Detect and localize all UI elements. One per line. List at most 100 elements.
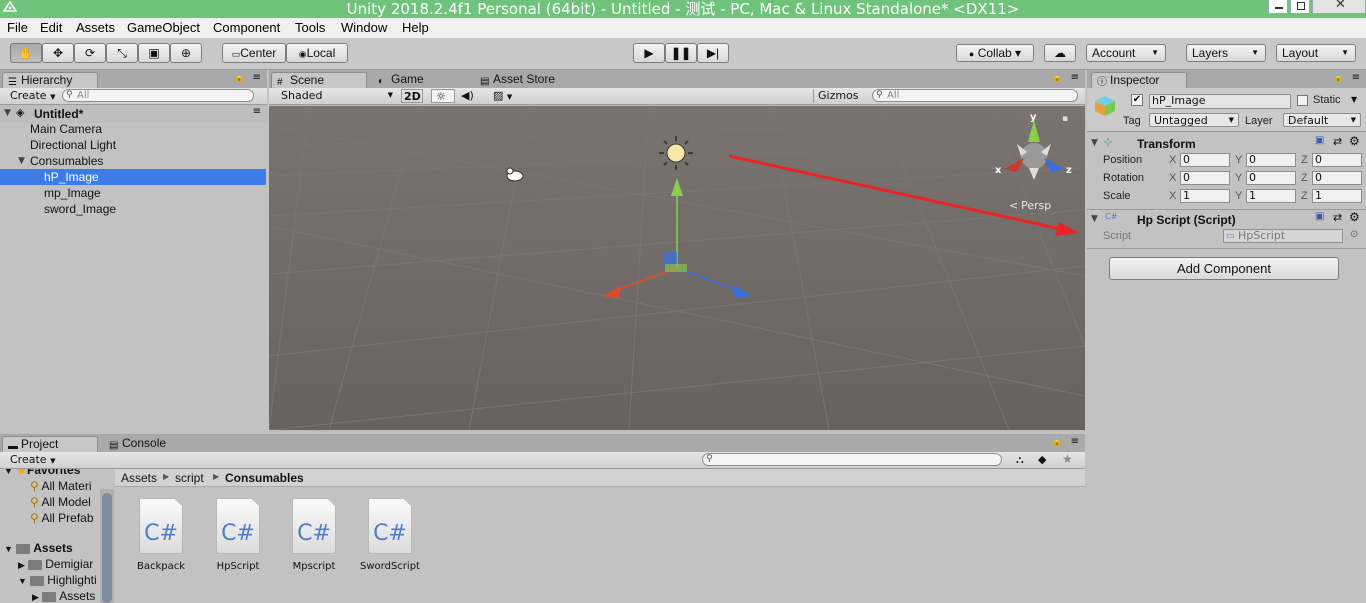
pivot-center-button[interactable]: ▭Center (222, 43, 286, 63)
move-tool-button[interactable]: ✥ (42, 43, 74, 63)
hierarchy-item-mp-image[interactable]: mp_Image (0, 185, 266, 201)
tab-game[interactable]: ◐ Game (373, 72, 469, 88)
panel-menu-icon[interactable]: ≡ (1071, 72, 1079, 83)
lighting-toggle[interactable]: ☼ (431, 89, 455, 103)
filter-label-icon[interactable]: ◆ (1038, 453, 1046, 466)
scene-viewport[interactable]: y x z < Persp ▪ (269, 106, 1085, 430)
asset-file[interactable]: C# Backpack (126, 498, 196, 572)
lock-icon[interactable]: ▪ (1062, 114, 1068, 124)
filter-type-icon[interactable]: ⛬ (1016, 453, 1024, 467)
expand-arrow-icon[interactable]: ▼ (4, 469, 13, 476)
hand-tool-button[interactable]: ✋ (10, 43, 42, 63)
collapse-arrow-icon[interactable]: ▶ (32, 592, 39, 602)
persp-text[interactable]: Persp (1021, 199, 1051, 212)
tab-hierarchy[interactable]: ☰ Hierarchy (2, 72, 98, 88)
help-icon[interactable]: ▣ (1315, 135, 1324, 146)
2d-toggle[interactable]: 2D (401, 89, 423, 103)
add-component-button[interactable]: Add Component (1109, 257, 1339, 280)
asset-file[interactable]: C# SwordScript (355, 498, 425, 572)
menu-tools[interactable]: Tools (295, 20, 325, 35)
minimize-button[interactable] (1268, 0, 1288, 14)
project-search-input[interactable]: ⚲ (702, 453, 1002, 466)
favorite-item[interactable]: ⚲ All Model (30, 495, 91, 509)
dropdown-arrow-icon[interactable]: ▼ (1351, 95, 1357, 104)
tab-asset-store[interactable]: ▤ Asset Store (475, 72, 585, 88)
folder-item[interactable]: ▼ Highlighti (18, 573, 97, 587)
position-x-field[interactable]: 0 (1180, 153, 1230, 167)
menu-edit[interactable]: Edit (40, 20, 62, 35)
lock-icon[interactable]: 🔒 (1052, 73, 1063, 83)
menu-assets[interactable]: Assets (76, 20, 115, 35)
collapse-arrow-icon[interactable]: ▶ (18, 560, 25, 570)
object-picker-icon[interactable]: ⊙ (1350, 229, 1358, 240)
lock-icon[interactable]: 🔒 (234, 73, 245, 83)
hierarchy-create-dropdown[interactable]: Create ▼ (6, 89, 55, 103)
rotate-tool-button[interactable]: ⟳ (74, 43, 106, 63)
favorites-header[interactable]: ▼ ★Favorites (4, 469, 80, 477)
account-dropdown[interactable]: Account ▼ (1086, 44, 1166, 62)
tab-project[interactable]: ▬ Project (2, 436, 98, 452)
expand-arrow-icon[interactable]: ▼ (4, 544, 13, 554)
static-checkbox[interactable] (1297, 95, 1308, 106)
hierarchy-search-input[interactable]: ⚲ All (62, 89, 254, 102)
rotation-y-field[interactable]: 0 (1246, 171, 1296, 185)
lock-icon[interactable]: 🔒 (1333, 73, 1344, 83)
hierarchy-item-directional-light[interactable]: Directional Light (0, 137, 266, 153)
settings-gear-icon[interactable]: ⚙ (1349, 134, 1360, 148)
folder-item[interactable]: ▶ Demigiar (18, 557, 93, 571)
asset-file[interactable]: C# Mpscript (279, 498, 349, 572)
menu-help[interactable]: Help (402, 20, 429, 35)
position-y-field[interactable]: 0 (1246, 153, 1296, 167)
audio-toggle[interactable]: ◀) (457, 89, 485, 103)
scrollbar-thumb[interactable] (102, 493, 112, 603)
menu-file[interactable]: File (7, 20, 28, 35)
expand-arrow-icon[interactable]: ▼ (4, 108, 11, 118)
scene-menu-icon[interactable]: ≡ (253, 106, 261, 117)
asset-file[interactable]: C# HpScript (203, 498, 273, 572)
project-create-dropdown[interactable]: Create ▼ (6, 453, 55, 467)
expand-arrow-icon[interactable]: ▼ (18, 576, 27, 586)
menu-component[interactable]: Component (213, 20, 280, 35)
hierarchy-item-main-camera[interactable]: Main Camera (0, 121, 266, 137)
presets-icon[interactable]: ⇄ (1333, 211, 1342, 224)
tab-console[interactable]: ▤ Console (104, 436, 200, 452)
menu-window[interactable]: Window (341, 20, 387, 35)
menu-gameobject[interactable]: GameObject (127, 20, 200, 35)
scale-z-field[interactable]: 1 (1312, 189, 1362, 203)
script-component-header[interactable]: ▼ C# Hp Script (Script) ▣ ⇄ ⚙ (1087, 210, 1366, 228)
active-checkbox[interactable]: ✔ (1131, 94, 1143, 106)
pause-button[interactable]: ❚❚ (665, 43, 697, 63)
effects-dropdown[interactable]: ▨ ▼ (489, 89, 521, 103)
layers-dropdown[interactable]: Layers ▼ (1186, 44, 1266, 62)
tab-inspector[interactable]: ⓘ Inspector (1091, 72, 1187, 88)
rotation-x-field[interactable]: 0 (1180, 171, 1230, 185)
maximize-button[interactable] (1290, 0, 1310, 14)
expand-arrow-icon[interactable]: ▼ (18, 156, 25, 166)
folder-item[interactable]: ▶ Assets (32, 589, 95, 603)
lock-icon[interactable]: 🔒 (1052, 437, 1063, 447)
transform-tool-button[interactable]: ⊕ (170, 43, 202, 63)
rotation-z-field[interactable]: 0 (1312, 171, 1362, 185)
hierarchy-item-sword-image[interactable]: sword_Image (0, 201, 266, 217)
help-icon[interactable]: ▣ (1315, 211, 1324, 222)
hierarchy-item-consumables[interactable]: ▼ Consumables (0, 153, 267, 169)
breadcrumb-script[interactable]: script (175, 471, 204, 485)
expand-arrow-icon[interactable]: ▼ (1091, 138, 1098, 148)
pivot-local-button[interactable]: ◉Local (286, 43, 348, 63)
enabled-checkbox[interactable] (1121, 214, 1132, 225)
tag-dropdown[interactable]: Untagged ▼ (1149, 113, 1239, 127)
expand-arrow-icon[interactable]: ▼ (1091, 214, 1098, 224)
assets-header[interactable]: ▼ Assets (4, 541, 73, 555)
scene-search-input[interactable]: ⚲ All (872, 89, 1078, 102)
collab-button[interactable]: ● Collab ▾ (956, 44, 1034, 62)
layout-dropdown[interactable]: Layout ▼ (1276, 44, 1356, 62)
scale-tool-button[interactable]: ⤡ (106, 43, 138, 63)
cloud-button[interactable]: ☁ (1044, 44, 1076, 62)
play-button[interactable]: ▶ (633, 43, 665, 63)
breadcrumb-consumables[interactable]: Consumables (225, 471, 304, 485)
hierarchy-item-hp-image[interactable]: hP_Image (0, 169, 266, 185)
close-button[interactable]: ✕ (1312, 0, 1366, 14)
gizmos-dropdown[interactable]: Gizmos ▼ (813, 89, 865, 114)
scale-y-field[interactable]: 1 (1246, 189, 1296, 203)
persp-label[interactable]: < (1009, 199, 1018, 212)
